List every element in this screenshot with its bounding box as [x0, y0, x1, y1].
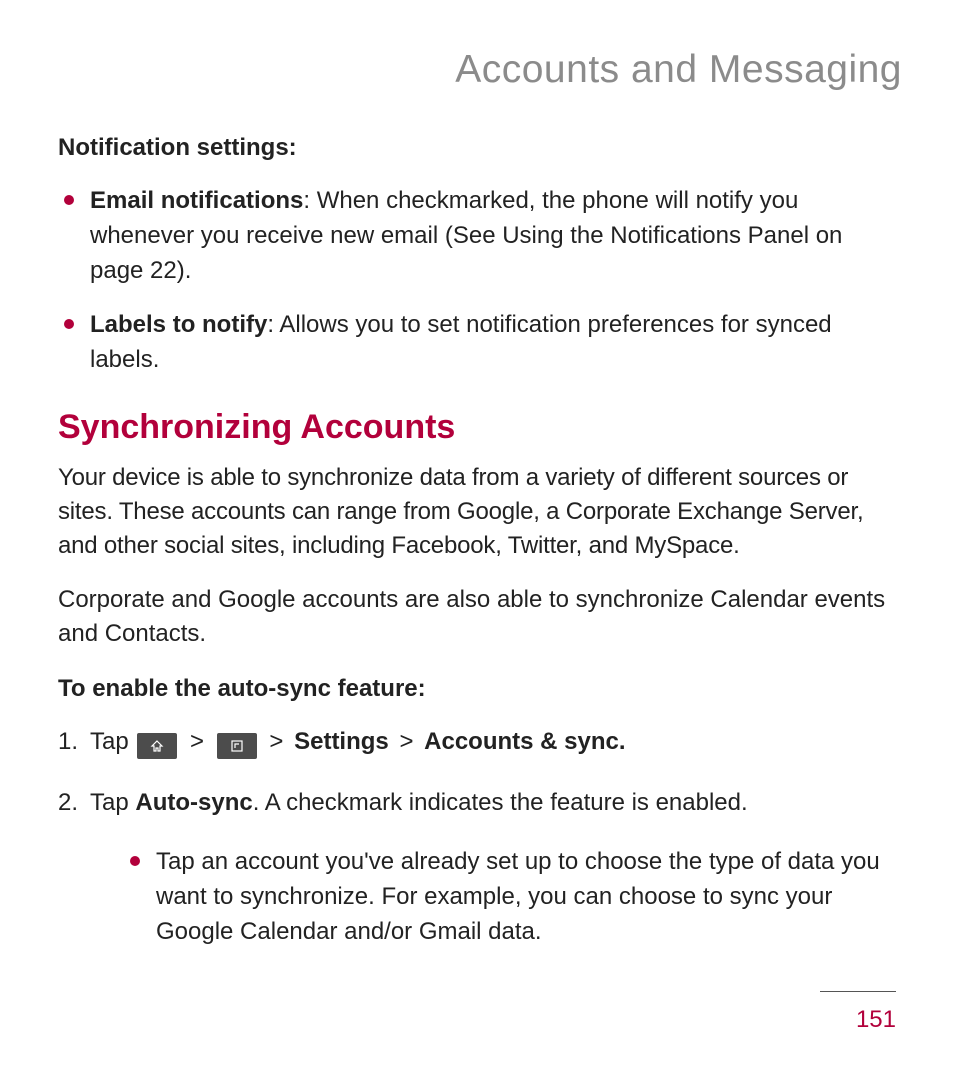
home-key-icon [137, 733, 177, 759]
step2-nested-list: Tap an account you've already set up to … [124, 845, 896, 949]
nested-text: Tap an account you've already set up to … [156, 848, 880, 945]
sync-paragraph-2: Corporate and Google accounts are also a… [58, 583, 896, 651]
step2-rest: . A checkmark indicates the feature is e… [253, 789, 748, 816]
synchronizing-accounts-heading: Synchronizing Accounts [58, 408, 896, 447]
chevron: > [190, 728, 204, 755]
step2-lead: Tap [90, 789, 135, 816]
auto-sync-label: Auto-sync [135, 789, 252, 816]
list-item: Tap an account you've already set up to … [124, 845, 896, 949]
notification-settings-list: Email notifications: When checkmarked, t… [58, 184, 896, 378]
list-item: Email notifications: When checkmarked, t… [58, 184, 896, 288]
footer-rule [820, 991, 896, 992]
page-footer: 151 [820, 991, 896, 1034]
chevron: > [269, 728, 283, 755]
manual-page: Accounts and Messaging Notification sett… [0, 0, 954, 1074]
bullet-label: Email notifications [90, 187, 303, 214]
sync-paragraph-1: Your device is able to synchronize data … [58, 461, 896, 563]
page-header-title: Accounts and Messaging [58, 48, 902, 92]
notification-settings-heading: Notification settings: [58, 134, 896, 162]
step-2: Tap Auto-sync. A checkmark indicates the… [58, 786, 896, 949]
step-1: Tap > > Settings > Accounts & sync. [58, 725, 896, 760]
accounts-sync-label: Accounts & sync. [424, 728, 625, 755]
page-number: 151 [820, 1006, 896, 1034]
auto-sync-steps: Tap > > Settings > Accounts & sync. Tap … [58, 725, 896, 949]
settings-label: Settings [294, 728, 389, 755]
chevron: > [399, 728, 413, 755]
step1-lead: Tap [90, 728, 135, 755]
auto-sync-subheading: To enable the auto-sync feature: [58, 675, 896, 703]
apps-key-icon [217, 733, 257, 759]
list-item: Labels to notify: Allows you to set noti… [58, 308, 896, 378]
bullet-label: Labels to notify [90, 311, 267, 338]
